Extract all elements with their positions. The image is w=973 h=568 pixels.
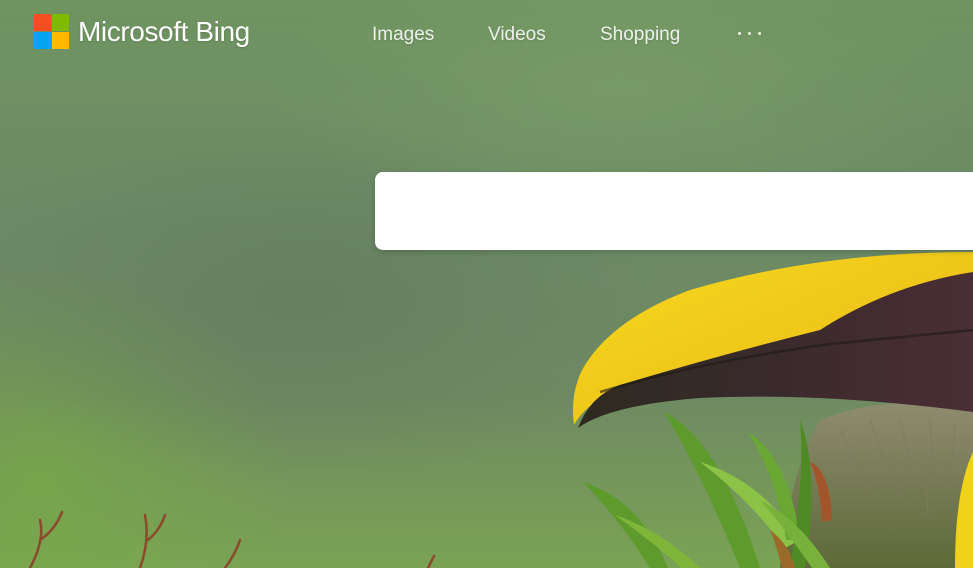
nav-item-videos[interactable]: Videos	[488, 24, 546, 46]
background-image	[0, 0, 973, 568]
logo-square-red	[34, 14, 51, 31]
more-dots-icon[interactable]	[736, 28, 766, 40]
microsoft-four-squares-icon	[34, 14, 69, 49]
brand-name: Microsoft Bing	[78, 15, 250, 47]
logo-square-blue	[34, 32, 51, 49]
nav-item-shopping[interactable]: Shopping	[600, 24, 680, 46]
search-input[interactable]	[399, 194, 963, 230]
nav-item-images[interactable]: Images	[372, 24, 434, 46]
toucan-scene	[28, 252, 973, 568]
top-bar: Microsoft Bing Images Videos Shopping	[0, 0, 973, 70]
bing-logo[interactable]: Microsoft Bing	[34, 14, 250, 49]
logo-square-yellow	[52, 32, 69, 49]
search-box[interactable]	[375, 172, 973, 250]
logo-square-green	[52, 14, 69, 31]
